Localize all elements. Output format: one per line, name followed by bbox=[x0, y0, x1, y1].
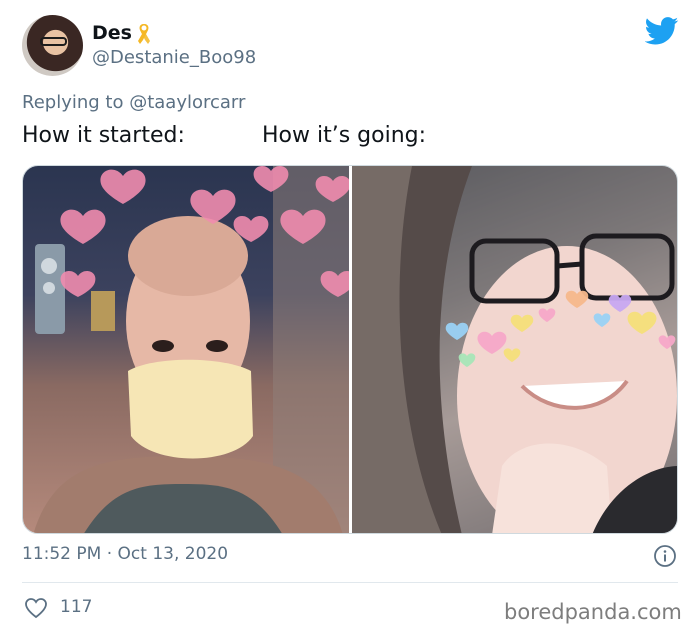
media-grid bbox=[22, 165, 678, 534]
avatar-glasses bbox=[40, 37, 67, 46]
twitter-bird-icon[interactable] bbox=[645, 17, 679, 45]
like-count[interactable]: 117 bbox=[60, 597, 92, 617]
info-circle-icon[interactable] bbox=[653, 544, 677, 568]
replying-prefix: Replying to bbox=[22, 92, 130, 113]
caption-right: How it’s going: bbox=[262, 123, 427, 148]
display-name[interactable]: Des bbox=[92, 22, 132, 44]
heart-outline-icon[interactable] bbox=[24, 597, 48, 619]
tweet-timestamp[interactable]: 11:52 PM · Oct 13, 2020 bbox=[22, 544, 228, 564]
user-handle[interactable]: @Destanie_Boo98 bbox=[92, 47, 256, 68]
gold-ribbon-icon bbox=[138, 24, 150, 44]
mention-link[interactable]: @taaylorcarr bbox=[129, 92, 245, 113]
caption-left: How it started: bbox=[22, 123, 185, 148]
photo-right-illustration bbox=[352, 166, 677, 533]
divider bbox=[22, 582, 678, 583]
replying-to: Replying to @taaylorcarr bbox=[22, 92, 245, 113]
photo-how-it-started[interactable] bbox=[23, 166, 349, 533]
photo-how-its-going[interactable] bbox=[352, 166, 677, 533]
watermark: boredpanda.com bbox=[504, 600, 682, 624]
avatar[interactable] bbox=[22, 15, 83, 76]
photo-left-illustration bbox=[33, 166, 349, 533]
